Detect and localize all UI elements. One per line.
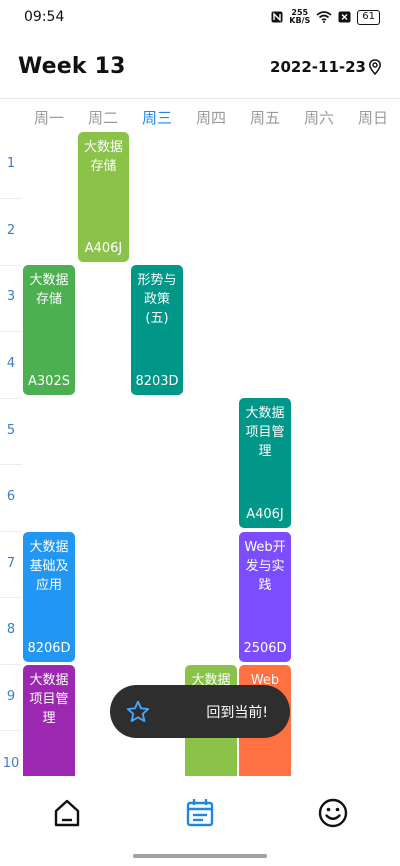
grid-line — [0, 331, 22, 332]
period-number: 9 — [6, 689, 16, 704]
period-number: 5 — [6, 423, 16, 438]
course-room: A406J — [84, 241, 123, 256]
weekday-header: 周一 周二 周三 周四 周五 周六 周日 — [0, 99, 400, 132]
grid-line — [0, 198, 22, 199]
battery-indicator: 61 — [357, 9, 380, 25]
period-number: 1 — [6, 156, 16, 171]
course-name: 大数据项目管理 — [245, 406, 285, 459]
course-card[interactable]: 大数据存储 A406J — [78, 132, 129, 262]
course-card[interactable]: 大数据存储 A302S — [23, 265, 75, 395]
period-number: 3 — [6, 289, 16, 304]
day-thu: 周四 — [195, 109, 226, 127]
period-number: 7 — [6, 556, 16, 571]
course-name: 大数据基础及应用 — [29, 540, 69, 593]
day-sun: 周日 — [357, 109, 388, 127]
nav-home[interactable] — [50, 796, 84, 830]
signal-off-icon — [338, 11, 351, 23]
gesture-home-bar[interactable] — [133, 854, 267, 858]
period-number: 8 — [6, 622, 16, 637]
smiley-icon — [318, 798, 348, 828]
grid-line — [0, 398, 22, 399]
status-icons: 255 KB/S 61 — [271, 9, 380, 25]
course-name: 大数据存储 — [29, 273, 69, 307]
course-card[interactable]: 大数据项目管理 A406J — [239, 398, 291, 528]
grid-line — [0, 531, 22, 532]
period-number: 4 — [6, 356, 16, 371]
course-room: 8203D — [135, 374, 179, 389]
grid-line — [0, 664, 22, 665]
nav-schedule[interactable] — [183, 796, 217, 830]
course-card[interactable]: 形势与政策(五) 8203D — [131, 265, 183, 395]
day-wed: 周三 — [141, 109, 172, 127]
toast-text: 回到当前! — [206, 705, 268, 721]
nfc-icon — [271, 11, 283, 23]
week-title: Week 13 — [18, 54, 126, 79]
grid-line — [0, 597, 22, 598]
course-card[interactable]: 大数据基础及应用 8206D — [23, 532, 75, 662]
grid-line — [0, 730, 22, 731]
course-name: 大数据存储 — [83, 140, 123, 174]
nav-profile[interactable] — [316, 796, 350, 830]
day-fri: 周五 — [249, 109, 280, 127]
star-outline-icon — [126, 700, 150, 722]
course-name: Web开发与实践 — [244, 540, 286, 593]
course-room: A406J — [246, 507, 284, 522]
back-to-current-toast[interactable]: 回到当前! — [110, 685, 290, 738]
day-sat: 周六 — [303, 109, 334, 127]
header: Week 13 2022-11-23 — [0, 48, 400, 88]
bottom-navigation — [0, 776, 400, 866]
location-pin-icon — [369, 59, 381, 75]
course-name: 形势与政策(五) — [137, 273, 177, 326]
status-bar: 09:54 255 KB/S 61 — [0, 0, 400, 36]
wifi-icon — [316, 11, 332, 23]
course-card[interactable]: 大数据项目管理 — [23, 665, 75, 776]
status-time: 09:54 — [24, 9, 65, 25]
period-number: 2 — [6, 223, 16, 238]
course-card[interactable]: Web开发与实践 2506D — [239, 532, 291, 662]
grid-line — [0, 265, 22, 266]
current-date: 2022-11-23 — [270, 58, 366, 76]
net-speed-unit: KB/S — [289, 16, 311, 25]
day-mon: 周一 — [33, 109, 64, 127]
period-number: 6 — [6, 489, 16, 504]
course-room: 2506D — [243, 641, 287, 656]
calendar-icon — [186, 799, 214, 827]
course-name: 大数据项目管理 — [29, 673, 69, 726]
grid-line — [0, 464, 22, 465]
date-selector[interactable]: 2022-11-23 — [270, 58, 382, 76]
net-speed: 255 KB/S — [289, 9, 310, 25]
home-icon — [54, 799, 80, 827]
day-tue: 周二 — [87, 109, 118, 127]
course-room: 8206D — [27, 641, 71, 656]
course-room: A302S — [28, 374, 70, 389]
period-number: 10 — [2, 756, 20, 771]
